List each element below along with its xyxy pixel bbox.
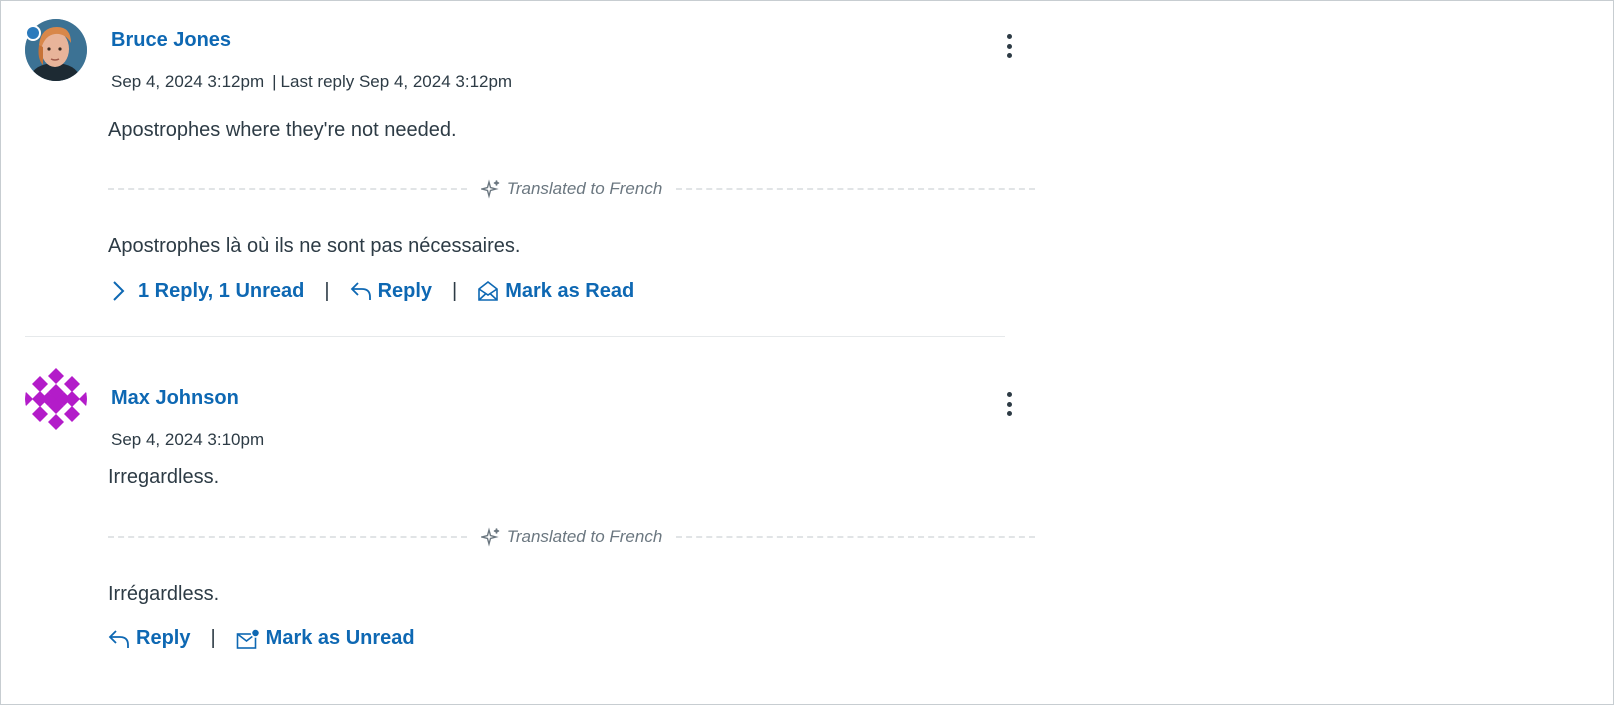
author-name-link[interactable]: Max Johnson: [111, 387, 239, 410]
mark-as-unread-button[interactable]: Mark as Unread: [236, 627, 415, 650]
action-separator: |: [210, 627, 216, 649]
dashed-line: [676, 188, 1035, 190]
avatar[interactable]: [25, 368, 87, 430]
discussion-thread: Bruce Jones Sep 4, 2024 3:12pm | Last repl…: [0, 0, 1614, 705]
reply-label: Reply: [136, 627, 191, 649]
unread-indicator: [25, 25, 41, 41]
translation-divider: Translated to French: [108, 526, 1035, 548]
entry-timestamps: Sep 4, 2024 3:10pm: [111, 430, 264, 450]
more-options-icon[interactable]: [997, 31, 1021, 61]
replies-count-label: 1 Reply, 1 Unread: [138, 279, 305, 302]
sparkle-icon: [480, 527, 501, 547]
dashed-line: [676, 536, 1035, 538]
translated-message: Apostrophes là où ils ne sont pas nécess…: [108, 235, 521, 257]
translation-divider: Translated to French: [108, 178, 1035, 200]
reply-arrow-icon: [350, 280, 372, 302]
created-timestamp: Sep 4, 2024 3:10pm: [111, 430, 265, 449]
entry-timestamps: Sep 4, 2024 3:12pm | Last reply Sep 4, 202…: [111, 72, 512, 92]
created-timestamp: Sep 4, 2024 3:12pm: [111, 72, 265, 91]
action-separator: |: [324, 279, 330, 302]
more-options-icon[interactable]: [997, 389, 1021, 419]
expand-replies-button[interactable]: 1 Reply, 1 Unread: [108, 279, 304, 303]
sparkle-icon: [480, 179, 501, 199]
reply-button[interactable]: Reply: [108, 627, 190, 650]
translation-label: Translated to French: [467, 527, 677, 547]
dashed-line: [108, 188, 467, 190]
mark-as-read-label: Mark as Read: [505, 279, 635, 302]
envelope-unread-icon: [236, 627, 260, 650]
original-message: Apostrophes where they're not needed.: [108, 119, 457, 141]
original-message: Irregardless.: [108, 466, 220, 488]
dashed-line: [108, 536, 467, 538]
reply-button[interactable]: Reply: [350, 280, 432, 303]
open-envelope-icon: [477, 280, 499, 302]
translation-label-text: Translated to French: [506, 527, 663, 546]
mark-as-read-button[interactable]: Mark as Read: [477, 280, 634, 303]
translation-label: Translated to French: [467, 179, 677, 199]
translation-label-text: Translated to French: [506, 179, 663, 198]
entry-actions: Reply | Mark as Unread: [108, 627, 415, 650]
entry-divider: [25, 336, 1005, 337]
last-reply-timestamp: Last reply Sep 4, 2024 3:12pm: [280, 72, 513, 91]
meta-separator: |: [272, 72, 277, 91]
chevron-right-icon: [108, 279, 128, 303]
entry-actions: 1 Reply, 1 Unread | Reply | Mark as Read: [108, 279, 634, 303]
author-name-link[interactable]: Bruce Jones: [111, 29, 231, 52]
reply-label: Reply: [377, 279, 433, 302]
reply-arrow-icon: [108, 628, 130, 650]
translated-message: Irrégardless.: [108, 583, 220, 605]
action-separator: |: [452, 279, 458, 302]
mark-as-unread-label: Mark as Unread: [265, 627, 415, 649]
